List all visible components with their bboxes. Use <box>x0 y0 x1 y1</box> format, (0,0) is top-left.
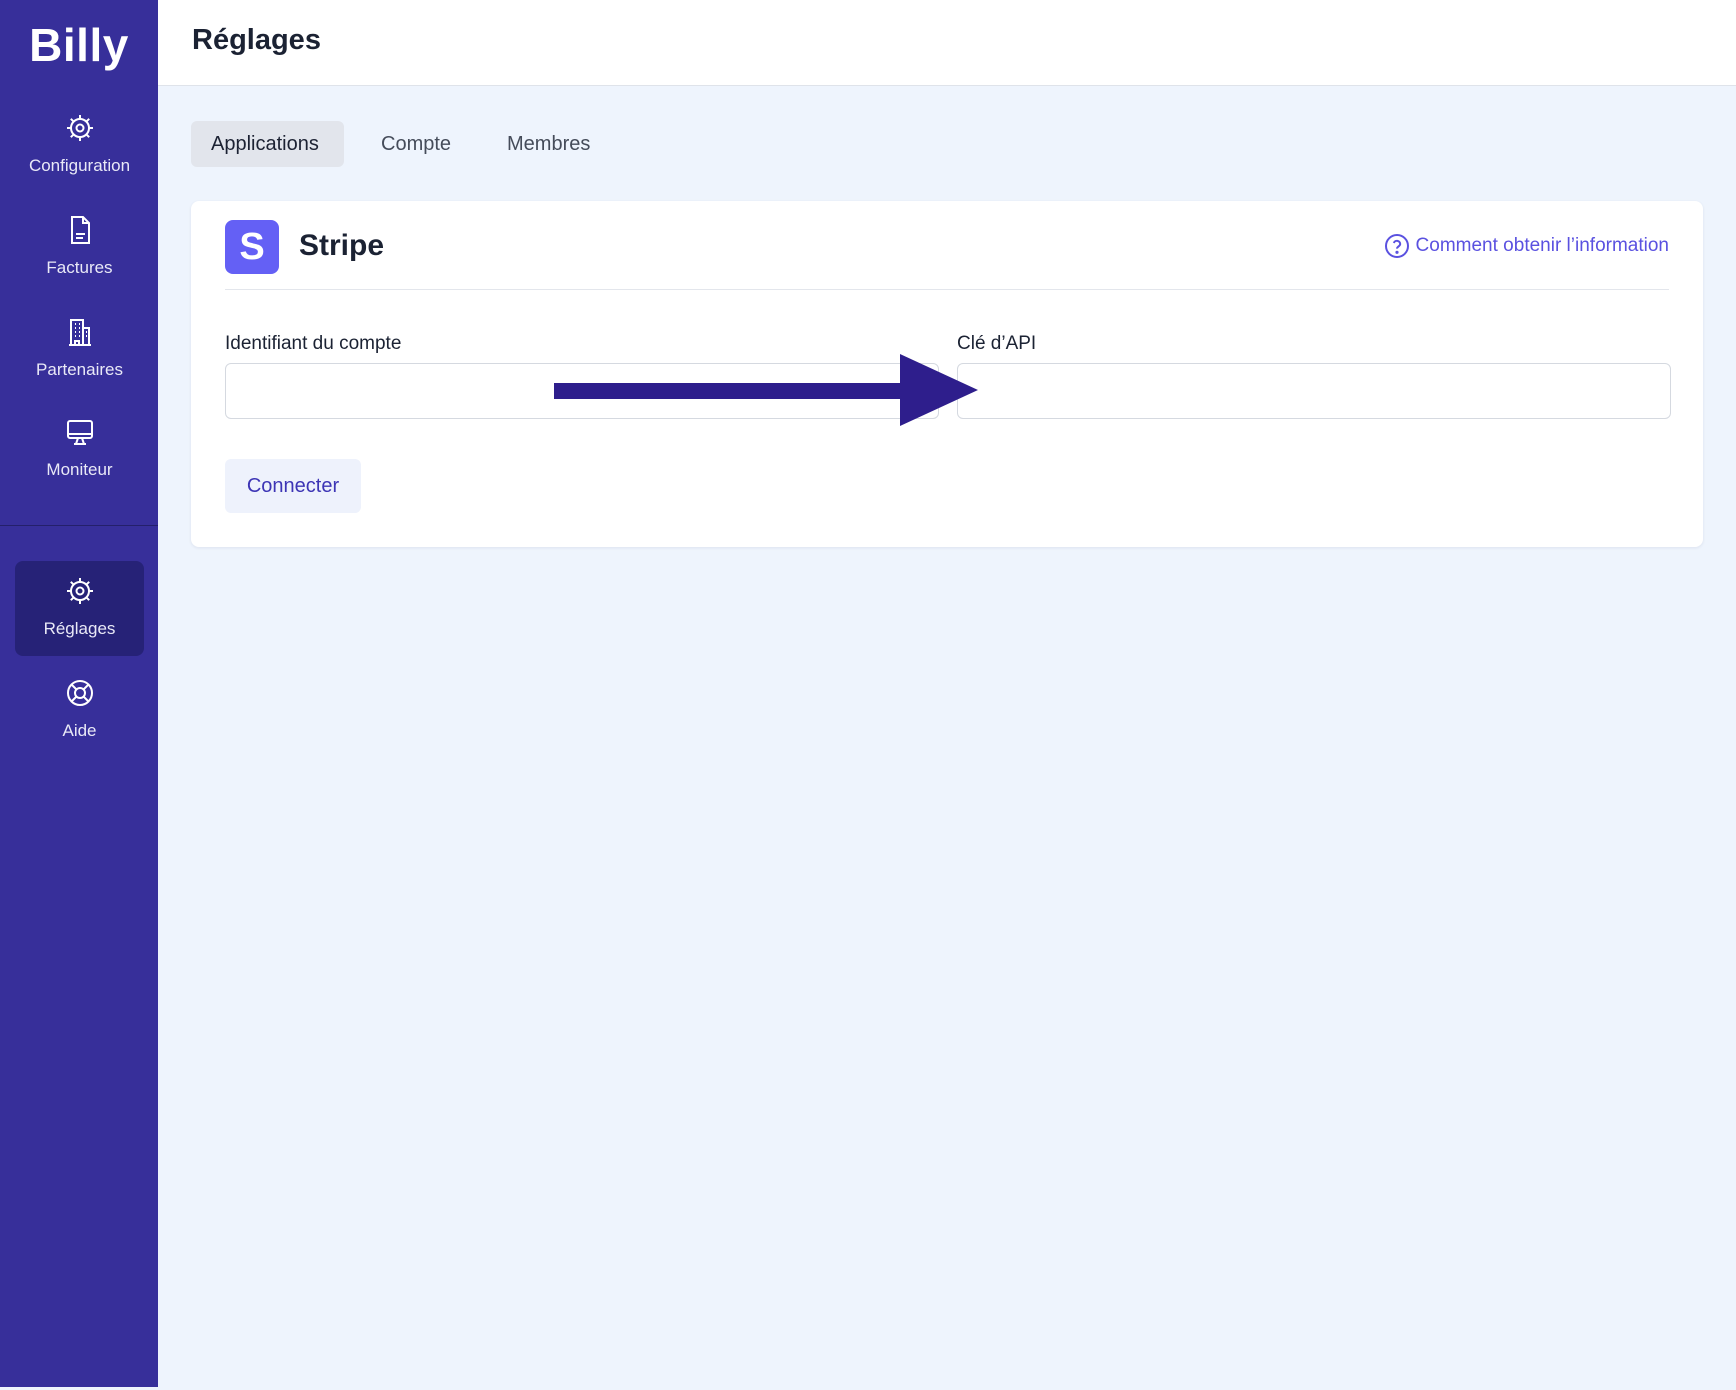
gear-icon <box>66 578 93 604</box>
sidebar-item-label: Réglages <box>43 619 116 638</box>
sidebar-item-factures[interactable]: Factures <box>15 200 144 295</box>
app: Billy Configuration Factures Partenaires… <box>0 0 1736 1390</box>
page-title: Réglages <box>192 24 321 56</box>
app-logo[interactable]: Billy <box>0 18 158 72</box>
sidebar-item-label: Aide <box>62 721 97 740</box>
building-icon <box>68 319 91 346</box>
sidebar-item-label: Moniteur <box>46 460 113 479</box>
api-key-input[interactable] <box>957 363 1671 419</box>
tab-membres[interactable]: Membres <box>487 121 610 167</box>
sidebar-item-label: Configuration <box>28 156 131 175</box>
lifebuoy-icon <box>66 680 93 706</box>
card-header: S Stripe Comment obtenir l’information <box>225 220 1669 290</box>
help-link-label: Comment obtenir l’information <box>1415 235 1669 256</box>
connect-button[interactable]: Connecter <box>225 459 361 513</box>
monitor-icon <box>66 420 93 445</box>
document-icon <box>70 216 90 244</box>
account-id-label: Identifiant du compte <box>225 333 402 354</box>
sidebar-item-partenaires[interactable]: Partenaires <box>15 302 144 397</box>
integration-name: Stripe <box>299 229 385 262</box>
question-circle-icon <box>1384 234 1409 258</box>
tab-applications[interactable]: Applications <box>191 121 344 167</box>
gear-icon <box>66 115 93 141</box>
sidebar-item-label: Partenaires <box>36 360 123 379</box>
annotation-arrow-icon <box>554 354 978 426</box>
sidebar-item-aide[interactable]: Aide <box>15 663 144 758</box>
top-header: Réglages <box>158 0 1736 86</box>
help-link[interactable]: Comment obtenir l’information <box>1384 233 1669 259</box>
sidebar-item-configuration[interactable]: Configuration <box>15 98 144 193</box>
sidebar-item-label: Factures <box>46 258 113 277</box>
sidebar-item-moniteur[interactable]: Moniteur <box>15 402 144 497</box>
tab-compte[interactable]: Compte <box>361 121 471 167</box>
sidebar-item-reglages[interactable]: Réglages <box>15 561 144 656</box>
stripe-logo: S <box>225 220 279 274</box>
sidebar-divider <box>0 525 158 526</box>
sidebar: Billy Configuration Factures Partenaires… <box>0 0 158 1387</box>
